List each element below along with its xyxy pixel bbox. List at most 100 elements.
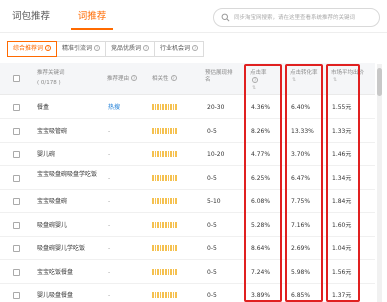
subtab-industry-opportunity[interactable]: 行业机会词? bbox=[154, 41, 205, 57]
subtab-comprehensive[interactable]: 综合推荐词? bbox=[7, 41, 58, 57]
tab-word-recommend[interactable]: 词推荐 bbox=[67, 8, 117, 30]
relevance-bar-segment bbox=[164, 151, 167, 157]
relevance-bar-segment bbox=[164, 268, 167, 275]
relevance-bar-segment bbox=[162, 198, 164, 204]
relevance-bar-segment bbox=[170, 198, 172, 204]
select-all-checkbox[interactable] bbox=[13, 75, 20, 82]
relevance-bar-segment bbox=[167, 174, 170, 181]
header-reason: 推荐理由? bbox=[107, 75, 138, 83]
keyword-cell: 婴儿吸盘餐盘 bbox=[37, 292, 74, 299]
relevance-bar-segment bbox=[170, 245, 172, 251]
relevance-bar-segment bbox=[164, 127, 167, 134]
rank-cell: 0-5 bbox=[207, 221, 217, 229]
reason-cell[interactable]: 热搜 bbox=[108, 96, 120, 119]
relevance-bars bbox=[152, 292, 177, 298]
search-input[interactable] bbox=[234, 12, 376, 24]
row-checkbox[interactable] bbox=[13, 268, 20, 276]
relevance-bar-segment bbox=[162, 174, 164, 181]
relevance-bar-segment bbox=[157, 104, 159, 110]
relevance-bar-segment bbox=[152, 221, 154, 228]
relevance-bar-segment bbox=[154, 268, 157, 275]
reason-cell: - bbox=[108, 221, 111, 229]
relevance-bar-segment bbox=[164, 245, 167, 251]
relevance-bar-segment bbox=[172, 151, 175, 157]
relevance-bar-segment bbox=[157, 151, 159, 157]
row-checkbox[interactable] bbox=[13, 127, 20, 135]
row-checkbox[interactable] bbox=[13, 174, 20, 182]
reason-cell: - bbox=[108, 198, 111, 205]
subtab-competitor[interactable]: 竞品优质词? bbox=[105, 41, 156, 57]
row-checkbox[interactable] bbox=[13, 292, 20, 299]
search-box[interactable] bbox=[213, 8, 380, 27]
help-icon: ? bbox=[94, 45, 101, 51]
rank-cell: 0-5 bbox=[207, 292, 217, 299]
relevance-bar-segment bbox=[154, 198, 157, 204]
row-checkbox[interactable] bbox=[13, 151, 20, 158]
relevance-bar-segment bbox=[159, 174, 162, 181]
relevance-bar-segment bbox=[175, 127, 177, 134]
relevance-bar-segment bbox=[172, 221, 175, 228]
help-icon: ? bbox=[131, 75, 138, 81]
header-rank: 预估展现排名 bbox=[205, 70, 233, 83]
relevance-bars bbox=[152, 221, 177, 228]
relevance-bar-segment bbox=[172, 104, 175, 110]
subtab-precise-traffic[interactable]: 精准引流词? bbox=[56, 41, 107, 57]
rank-cell: 0-5 bbox=[207, 268, 217, 276]
relevance-bar-segment bbox=[172, 174, 175, 181]
relevance-bar-segment bbox=[152, 198, 154, 204]
relevance-bar-segment bbox=[159, 292, 162, 298]
relevance-bar-segment bbox=[154, 245, 157, 251]
rank-cell: 5-10 bbox=[207, 198, 221, 205]
relevance-bar-segment bbox=[167, 127, 170, 134]
keyword-cell: 婴儿碗 bbox=[37, 151, 56, 158]
relevance-bars bbox=[152, 245, 177, 251]
relevance-bar-segment bbox=[164, 198, 167, 204]
relevance-bar-segment bbox=[164, 292, 167, 298]
relevance-bar-segment bbox=[162, 104, 164, 110]
tab-word-package[interactable]: 词包推荐 bbox=[12, 8, 50, 30]
relevance-bar-segment bbox=[157, 127, 159, 134]
relevance-bar-segment bbox=[154, 174, 157, 181]
reason-cell: - bbox=[108, 174, 111, 182]
relevance-bar-segment bbox=[154, 127, 157, 134]
scrollbar-track[interactable] bbox=[377, 64, 382, 302]
relevance-bar-segment bbox=[152, 292, 154, 298]
relevance-bar-segment bbox=[162, 245, 164, 251]
relevance-bar-segment bbox=[157, 221, 159, 228]
row-checkbox[interactable] bbox=[13, 221, 20, 229]
relevance-bar-segment bbox=[170, 151, 172, 157]
subtab-bar: 综合推荐词? 精准引流词? 竞品优质词? 行业机会词? bbox=[7, 41, 205, 57]
relevance-bar-segment bbox=[159, 104, 162, 110]
relevance-bar-segment bbox=[157, 174, 159, 181]
relevance-bar-segment bbox=[159, 221, 162, 228]
keyword-cell: 宝宝吃饭餐盘 bbox=[37, 268, 74, 276]
subtab-label: 精准引流词 bbox=[62, 45, 93, 52]
relevance-bar-segment bbox=[157, 245, 159, 251]
relevance-bars bbox=[152, 174, 177, 181]
reason-cell: - bbox=[108, 151, 111, 158]
relevance-bars bbox=[152, 198, 177, 204]
relevance-bar-segment bbox=[162, 127, 164, 134]
reason-cell: - bbox=[108, 245, 111, 252]
relevance-bar-segment bbox=[172, 268, 175, 275]
relevance-bar-segment bbox=[157, 198, 159, 204]
row-checkbox[interactable] bbox=[13, 245, 20, 252]
relevance-bar-segment bbox=[170, 268, 172, 275]
keyword-cell: 宝宝吸管碗 bbox=[37, 127, 68, 135]
help-icon: ? bbox=[192, 45, 199, 51]
relevance-bar-segment bbox=[162, 151, 164, 157]
relevance-bar-segment bbox=[172, 198, 175, 204]
relevance-bar-segment bbox=[154, 292, 157, 298]
row-checkbox[interactable] bbox=[13, 104, 20, 111]
keyword-cell: 宝宝吸盘碗 bbox=[37, 198, 68, 205]
row-checkbox[interactable] bbox=[13, 198, 20, 205]
relevance-bar-segment bbox=[170, 292, 172, 298]
highlight-box-ctr bbox=[244, 64, 282, 302]
help-icon: ? bbox=[170, 75, 177, 81]
highlight-box-cpc bbox=[326, 64, 360, 302]
relevance-bar-segment bbox=[175, 104, 177, 110]
scrollbar-thumb[interactable] bbox=[377, 68, 382, 96]
relevance-bar-segment bbox=[152, 151, 154, 157]
relevance-bar-segment bbox=[152, 268, 154, 275]
relevance-bar-segment bbox=[167, 245, 170, 251]
